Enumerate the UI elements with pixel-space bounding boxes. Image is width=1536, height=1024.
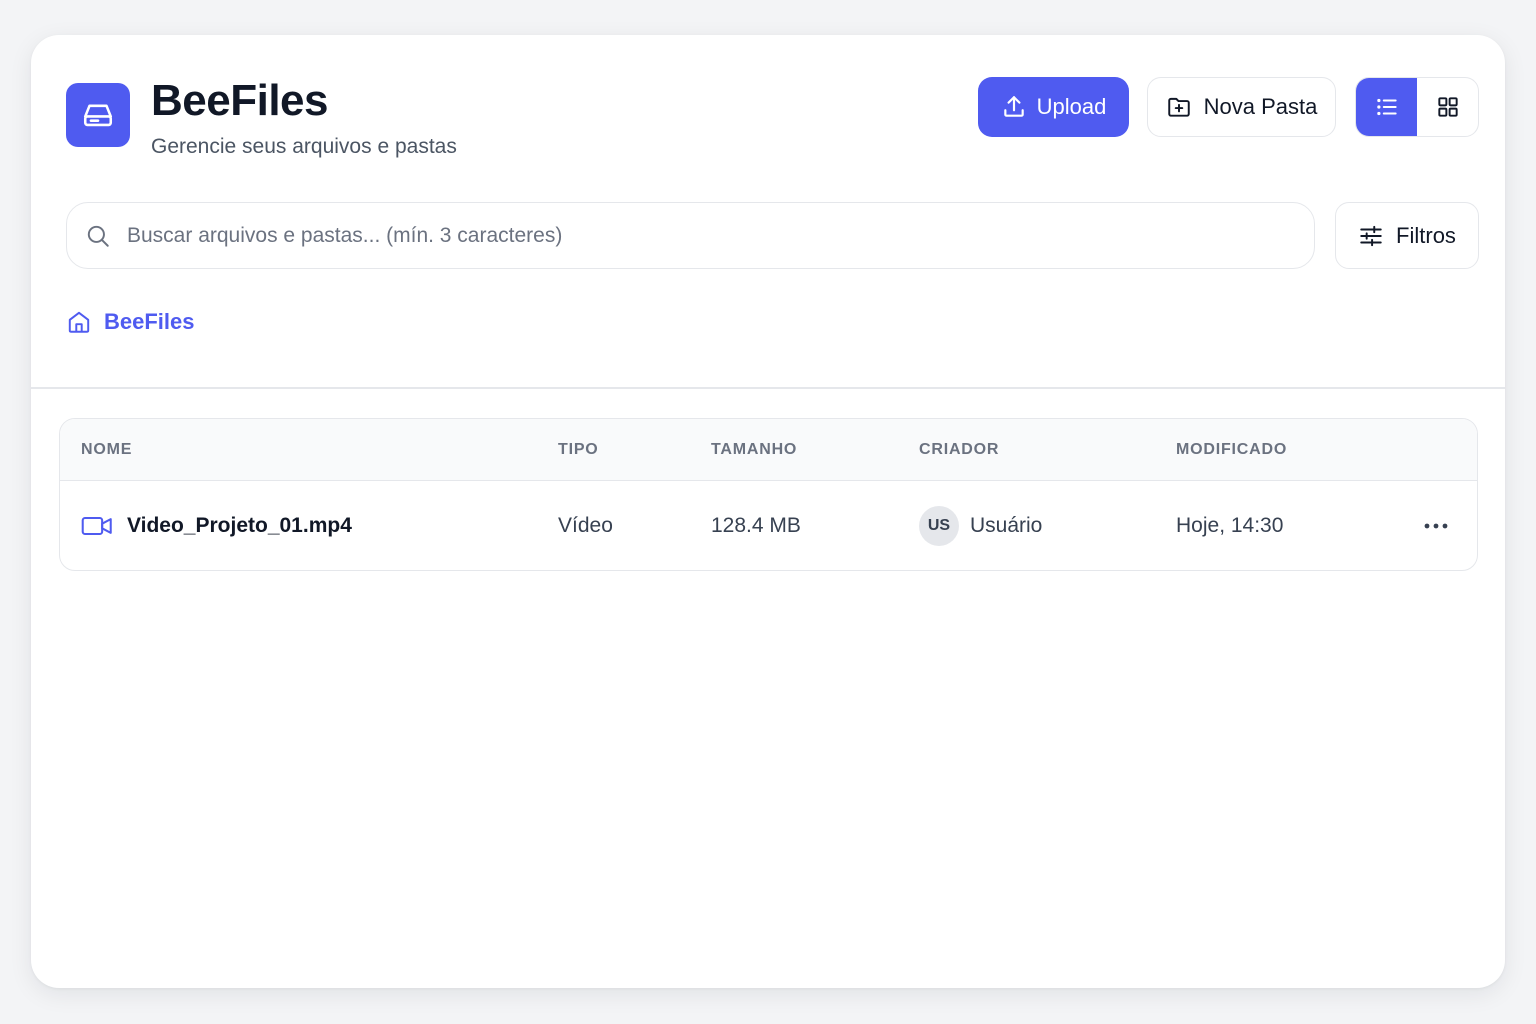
- home-icon: [66, 309, 92, 335]
- list-icon: [1374, 94, 1400, 120]
- list-view-button[interactable]: [1356, 78, 1417, 136]
- avatar: US: [919, 506, 959, 546]
- file-creator-cell: US Usuário: [919, 481, 1043, 570]
- file-table: NOME TIPO TAMANHO CRIADOR MODIFICADO Vid…: [59, 418, 1478, 571]
- more-horizontal-icon: [1423, 522, 1449, 530]
- column-header-type[interactable]: TIPO: [558, 419, 599, 481]
- grid-view-button[interactable]: [1417, 78, 1478, 136]
- breadcrumb-item-home: BeeFiles: [104, 309, 195, 334]
- file-manager-card: BeeFiles Gerencie seus arquivos e pastas…: [31, 35, 1505, 988]
- filters-button[interactable]: Filtros: [1335, 202, 1479, 269]
- search-bar: [66, 202, 1315, 269]
- table-row[interactable]: Video_Projeto_01.mp4 Vídeo 128.4 MB US U…: [60, 481, 1477, 570]
- sliders-icon: [1358, 223, 1384, 249]
- row-actions-button[interactable]: [1418, 509, 1454, 543]
- video-icon: [81, 513, 113, 539]
- file-creator: Usuário: [970, 514, 1043, 537]
- file-size: 128.4 MB: [711, 514, 801, 537]
- upload-button[interactable]: Upload: [978, 77, 1129, 137]
- table-header: NOME TIPO TAMANHO CRIADOR MODIFICADO: [60, 419, 1477, 481]
- file-name-cell: Video_Projeto_01.mp4: [81, 481, 352, 570]
- upload-label: Upload: [1036, 94, 1107, 119]
- header-divider: [31, 387, 1505, 389]
- column-header-name[interactable]: NOME: [81, 419, 132, 481]
- new-folder-button[interactable]: Nova Pasta: [1147, 77, 1336, 137]
- file-type: Vídeo: [558, 514, 613, 537]
- drive-icon: [66, 83, 130, 147]
- breadcrumb[interactable]: BeeFiles: [66, 309, 195, 335]
- file-name[interactable]: Video_Projeto_01.mp4: [127, 514, 352, 538]
- file-modified: Hoje, 14:30: [1176, 514, 1284, 537]
- folder-plus-icon: [1166, 94, 1192, 120]
- column-header-size[interactable]: TAMANHO: [711, 419, 797, 481]
- column-header-creator[interactable]: CRIADOR: [919, 419, 999, 481]
- filters-label: Filtros: [1396, 222, 1456, 248]
- view-mode-toggle: [1355, 77, 1479, 137]
- app-subtitle: Gerencie seus arquivos e pastas: [151, 135, 457, 158]
- search-icon: [85, 223, 111, 249]
- upload-icon: [1001, 94, 1027, 120]
- grid-icon: [1435, 94, 1461, 120]
- column-header-modified[interactable]: MODIFICADO: [1176, 419, 1287, 481]
- new-folder-label: Nova Pasta: [1203, 94, 1318, 119]
- search-input[interactable]: [125, 222, 1229, 249]
- app-title: BeeFiles: [151, 76, 328, 125]
